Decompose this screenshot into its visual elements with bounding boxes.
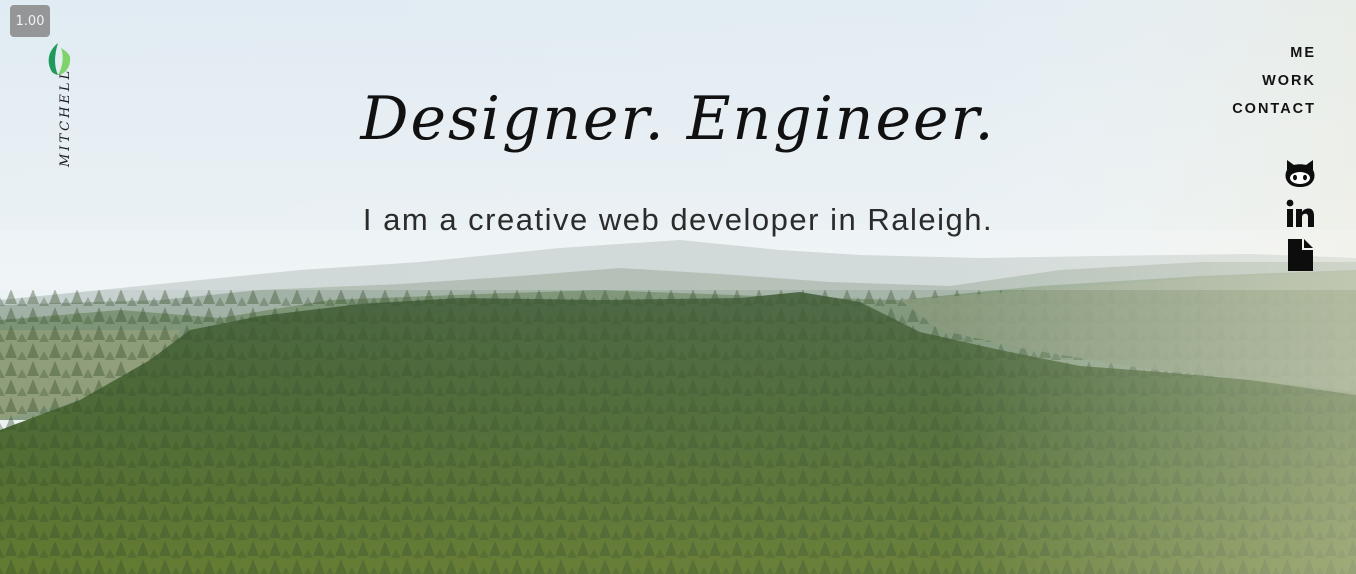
github-link[interactable] — [1284, 156, 1316, 190]
linkedin-icon — [1286, 199, 1314, 227]
resume-link[interactable] — [1284, 238, 1316, 272]
nav-item-me[interactable]: ME — [1232, 44, 1316, 72]
zoom-level-badge: 1.00 — [10, 5, 50, 37]
social-links — [1284, 156, 1318, 279]
nav-item-work[interactable]: WORK — [1232, 72, 1316, 100]
document-icon — [1288, 239, 1313, 271]
linkedin-link[interactable] — [1284, 197, 1316, 231]
hero-headline: Designer. Engineer. — [360, 84, 996, 154]
main-nav: ME WORK CONTACT — [1232, 44, 1316, 128]
hero-subline: I am a creative web developer in Raleigh… — [362, 202, 994, 237]
nav-item-contact[interactable]: CONTACT — [1232, 100, 1316, 128]
github-icon — [1285, 160, 1315, 187]
